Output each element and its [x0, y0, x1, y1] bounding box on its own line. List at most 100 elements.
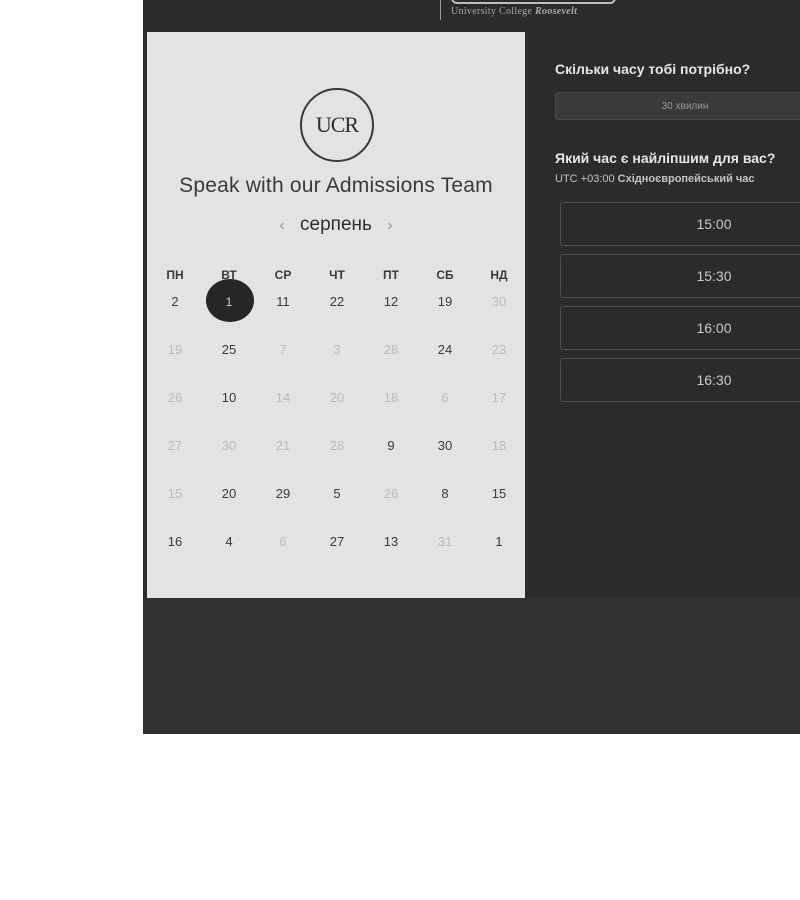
calendar-day[interactable]: 22	[310, 287, 364, 335]
weekday-label: СБ	[436, 268, 454, 282]
calendar-day-label: 6	[441, 390, 449, 405]
calendar-day[interactable]: 29	[256, 479, 310, 527]
calendar-day-label: 2	[171, 294, 179, 309]
calendar-day[interactable]: 15	[472, 479, 526, 527]
calendar-day-label: 16	[167, 534, 183, 549]
time-slot-label: 16:00	[696, 320, 732, 336]
calendar-day[interactable]: 27	[310, 527, 364, 575]
calendar-days-grid: 2 1 11 22 12 19 30 19 25 7 3 28 24 23 26 10 14 20 18 6 17 27 3…	[148, 279, 526, 575]
calendar-day[interactable]: 13	[364, 527, 418, 575]
calendar-day[interactable]: 20	[310, 383, 364, 431]
calendar-day-label: 4	[225, 534, 233, 549]
calendar-day-label: 26	[383, 486, 399, 501]
calendar-day[interactable]: 11	[256, 287, 310, 335]
calendar-day-label: 17	[491, 390, 507, 405]
calendar-day-label: 18	[491, 438, 507, 453]
calendar-day-label: 10	[221, 390, 237, 405]
calendar-day-label: 27	[167, 438, 183, 453]
time-slot-button[interactable]: 16:00	[560, 306, 800, 350]
calendar-day-label: 29	[275, 486, 291, 501]
calendar-day[interactable]: 6	[256, 527, 310, 575]
calendar-day-label: 18	[383, 390, 399, 405]
calendar-day-label: 28	[329, 438, 345, 453]
calendar-day[interactable]: 25	[202, 335, 256, 383]
calendar-day[interactable]: 7	[256, 335, 310, 383]
calendar-day-label: 25	[221, 342, 237, 357]
calendar-day[interactable]: 3	[310, 335, 364, 383]
brand-logo: University College Roosevelt	[440, 0, 620, 20]
calendar-day[interactable]: 30	[418, 431, 472, 479]
calendar-day-label: 1	[225, 295, 233, 309]
calendar-day-label: 31	[437, 534, 453, 549]
calendar-day-label: 30	[437, 438, 453, 453]
calendar-day[interactable]: 19	[148, 335, 202, 383]
calendar-day[interactable]: 17	[472, 383, 526, 431]
calendar-day-label: 12	[383, 294, 399, 309]
calendar-day[interactable]: 2	[148, 287, 202, 335]
calendar-day[interactable]: 9	[364, 431, 418, 479]
weekday-label: НД	[490, 268, 508, 282]
calendar-day-label: 14	[275, 390, 291, 405]
calendar-day[interactable]: 30	[202, 431, 256, 479]
calendar-day[interactable]: 10	[202, 383, 256, 431]
calendar-day-label: 23	[491, 342, 507, 357]
scheduler-frame: University College Roosevelt UCR Speak w…	[143, 0, 800, 734]
calendar-day[interactable]: 23	[472, 335, 526, 383]
duration-question: Скільки часу тобі потрібно?	[555, 61, 751, 77]
calendar-day-selected[interactable]: 1	[202, 279, 256, 335]
ucr-logo-text: UCR	[315, 112, 359, 137]
calendar-day[interactable]: 4	[202, 527, 256, 575]
timezone-label: UTC +03:00 Східноєвропейський час	[555, 173, 755, 185]
weekday-label: СР	[274, 268, 292, 282]
calendar-day-label: 8	[441, 486, 449, 501]
calendar-day[interactable]: 15	[148, 479, 202, 527]
chevron-right-icon[interactable]: ›	[384, 217, 396, 234]
calendar-day[interactable]: 24	[418, 335, 472, 383]
calendar-day-label: 30	[221, 438, 237, 453]
time-slot-button[interactable]: 16:30	[560, 358, 800, 402]
calendar-day[interactable]: 18	[364, 383, 418, 431]
calendar-day[interactable]: 16	[148, 527, 202, 575]
calendar-day-label: 24	[437, 342, 453, 357]
weekday-label: ПТ	[383, 268, 399, 282]
time-slot-button[interactable]: 15:30	[560, 254, 800, 298]
time-slot-list: 15:00 15:30 16:00 16:30	[560, 202, 800, 410]
chevron-left-icon[interactable]: ‹	[276, 217, 288, 234]
calendar-day-label: 7	[279, 342, 287, 357]
brand-subtitle: University College Roosevelt	[451, 6, 577, 17]
calendar-day-label: 11	[276, 294, 290, 309]
calendar-day-label: 13	[383, 534, 399, 549]
calendar-day-label: 28	[383, 342, 399, 357]
calendar-day-label: 19	[167, 342, 183, 357]
calendar-day[interactable]: 5	[310, 479, 364, 527]
calendar-day[interactable]: 14	[256, 383, 310, 431]
brand-subtitle-prefix: University College	[451, 6, 536, 17]
calendar-day[interactable]: 19	[418, 287, 472, 335]
calendar-day[interactable]: 12	[364, 287, 418, 335]
brand-logo-mark	[451, 0, 616, 4]
calendar-day[interactable]: 8	[418, 479, 472, 527]
calendar-day[interactable]: 26	[364, 479, 418, 527]
calendar-day[interactable]: 20	[202, 479, 256, 527]
calendar-day[interactable]: 31	[418, 527, 472, 575]
calendar-day-label: 27	[329, 534, 345, 549]
calendar-day-label: 15	[491, 486, 507, 501]
time-slot-button[interactable]: 15:00	[560, 202, 800, 246]
footer-area	[143, 598, 800, 734]
calendar-day[interactable]: 18	[472, 431, 526, 479]
calendar-day[interactable]: 28	[310, 431, 364, 479]
calendar-day-label: 21	[275, 438, 291, 453]
calendar-day[interactable]: 6	[418, 383, 472, 431]
duration-select[interactable]: 30 хвилин	[555, 92, 800, 120]
calendar-day[interactable]: 30	[472, 287, 526, 335]
page-title: Speak with our Admissions Team	[179, 174, 493, 197]
calendar-day[interactable]: 28	[364, 335, 418, 383]
calendar-day[interactable]: 27	[148, 431, 202, 479]
calendar-day[interactable]: 21	[256, 431, 310, 479]
calendar-day[interactable]: 1	[472, 527, 526, 575]
time-question: Який час є найліпшим для вас?	[555, 150, 776, 166]
calendar-day-label: 22	[329, 294, 345, 309]
month-label: серпень	[300, 214, 372, 235]
duration-value: 30 хвилин	[661, 100, 709, 112]
calendar-day[interactable]: 26	[148, 383, 202, 431]
